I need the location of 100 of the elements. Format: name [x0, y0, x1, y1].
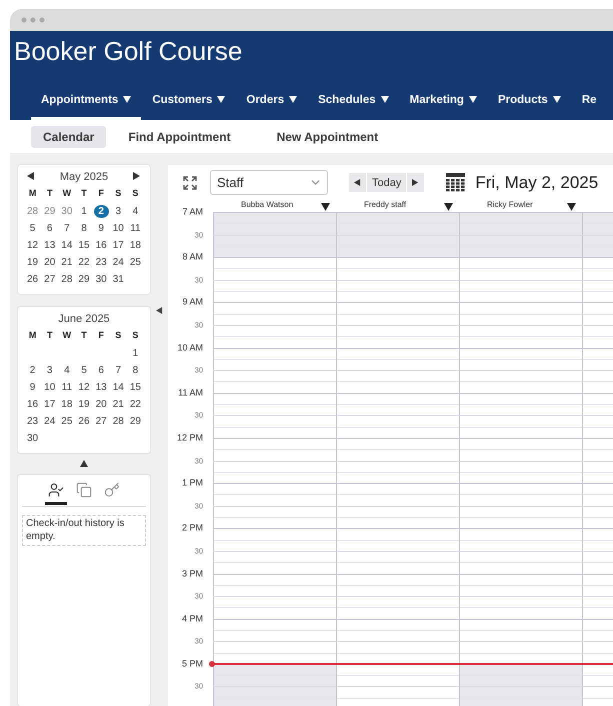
nav-tab[interactable]: Re [572, 85, 607, 120]
calendar-day[interactable]: 12 [78, 381, 90, 394]
calendar-day[interactable]: 14 [61, 239, 72, 252]
time-slot[interactable] [459, 641, 582, 664]
calendar-day[interactable]: 13 [96, 381, 107, 394]
time-label: 10 AM [176, 342, 204, 354]
calendar-day[interactable]: 24 [112, 256, 124, 269]
collapse-sidebar-button[interactable] [156, 307, 162, 314]
previous-day-button[interactable] [349, 173, 366, 192]
time-slot[interactable] [336, 664, 459, 686]
nav-tab[interactable]: Customers [142, 85, 236, 120]
sub-nav-tab[interactable]: Calendar [31, 126, 106, 148]
calendar-day[interactable]: 28 [112, 415, 124, 428]
calendar-day[interactable]: 5 [81, 364, 87, 377]
calendar-day[interactable]: 25 [61, 415, 72, 428]
weekday-label: M [28, 330, 38, 342]
calendar-day[interactable]: 17 [44, 398, 56, 411]
calendar-day[interactable]: 30 [27, 432, 38, 445]
calendar-day[interactable]: 15 [130, 381, 141, 394]
calendar-day[interactable]: 28 [61, 273, 72, 286]
nav-tab[interactable]: Products [488, 85, 571, 120]
calendar-day[interactable]: 8 [81, 222, 87, 235]
calendar-day[interactable]: 17 [112, 239, 124, 252]
calendar-day[interactable]: 23 [96, 256, 107, 269]
calendar-day[interactable]: 3 [46, 364, 52, 377]
calendar-day[interactable]: 9 [30, 381, 36, 394]
expand-icon[interactable] [183, 176, 197, 190]
copy-icon [76, 482, 92, 498]
calendar-day[interactable]: 6 [46, 222, 52, 235]
calendar-day[interactable]: 11 [130, 222, 141, 235]
calendar-day[interactable]: 29 [78, 273, 90, 286]
calendar-day[interactable]: 22 [130, 398, 141, 411]
unavailable-time-slot[interactable] [213, 664, 336, 686]
calendar-day[interactable]: 16 [96, 239, 107, 252]
calendar-day[interactable]: 12 [27, 239, 38, 252]
calendar-day[interactable]: 16 [27, 398, 38, 411]
calendar-day[interactable]: 20 [44, 256, 56, 269]
nav-tab[interactable]: Orders [236, 85, 308, 120]
calendar-day[interactable]: 7 [64, 222, 70, 235]
calendar-day[interactable]: 2 [30, 364, 36, 377]
calendar-day[interactable]: 26 [27, 273, 38, 286]
calendar-day[interactable]: 2 [94, 205, 109, 218]
empty-history-message: Check-in/out history is empty. [22, 515, 146, 546]
calendar-day[interactable]: 27 [44, 273, 56, 286]
calendar-day[interactable]: 13 [44, 239, 56, 252]
weekday-label: W [62, 188, 72, 200]
caret-icon [552, 96, 561, 104]
calendar-day[interactable]: 7 [115, 364, 122, 377]
calendar-icon[interactable] [446, 173, 466, 192]
calendar-day[interactable]: 19 [78, 398, 90, 411]
time-slot[interactable] [336, 641, 459, 664]
calendar-day[interactable]: 9 [98, 222, 104, 235]
calendar-day[interactable]: 1 [81, 205, 87, 218]
calendar-day[interactable]: 25 [130, 256, 141, 269]
time-slot[interactable] [213, 641, 336, 664]
calendar-day[interactable]: 20 [96, 398, 107, 411]
staff-menu-button[interactable] [444, 203, 453, 212]
today-button[interactable]: Today [367, 173, 406, 192]
calendar-day[interactable]: 18 [130, 239, 141, 252]
calendar-day[interactable]: 21 [112, 398, 124, 411]
calendar-day[interactable]: 26 [78, 415, 90, 428]
unavailable-time-slot[interactable] [459, 664, 582, 686]
sub-nav-tab[interactable]: New Appointment [264, 126, 390, 148]
calendar-day[interactable]: 5 [30, 222, 36, 235]
calendar-day[interactable]: 6 [98, 364, 104, 377]
calendar-day[interactable]: 31 [112, 273, 124, 286]
calendar-day[interactable]: 8 [132, 364, 138, 377]
calendar-day[interactable]: 4 [132, 205, 138, 218]
calendar-day[interactable]: 22 [78, 256, 90, 269]
calendar-day[interactable]: 1 [132, 347, 138, 360]
calendar-day[interactable]: 11 [62, 381, 72, 394]
calendar-day[interactable]: 28 [27, 205, 38, 218]
view-select[interactable]: Staff [210, 170, 328, 195]
calendar-day[interactable]: 29 [130, 415, 141, 428]
calendar-day[interactable]: 4 [64, 364, 70, 377]
next-day-button[interactable] [407, 173, 424, 192]
calendar-day[interactable]: 3 [115, 205, 122, 218]
calendar-day[interactable]: 15 [78, 239, 90, 252]
previous-month-button[interactable] [27, 172, 35, 181]
calendar-day[interactable]: 10 [44, 381, 56, 394]
time-label: 8 AM [181, 252, 204, 263]
calendar-day[interactable]: 23 [27, 415, 38, 428]
calendar-day[interactable]: 21 [61, 256, 72, 269]
staff-menu-button[interactable] [567, 203, 576, 212]
calendar-day[interactable]: 30 [96, 273, 107, 286]
calendar-day[interactable]: 27 [96, 415, 107, 428]
nav-tab[interactable]: Schedules [308, 85, 399, 120]
sub-nav-tab[interactable]: Find Appointment [116, 126, 243, 148]
calendar-day[interactable]: 18 [61, 398, 72, 411]
calendar-day[interactable]: 29 [44, 205, 56, 218]
calendar-day[interactable]: 14 [112, 381, 124, 394]
calendar-day[interactable]: 10 [112, 222, 124, 235]
calendar-day[interactable]: 24 [44, 415, 56, 428]
calendar-day[interactable]: 19 [27, 256, 38, 269]
next-month-button[interactable] [133, 172, 141, 181]
collapse-up-button[interactable] [80, 460, 88, 468]
calendar-day[interactable]: 30 [61, 205, 72, 218]
weekday-label: T [46, 188, 54, 200]
staff-menu-button[interactable] [321, 203, 330, 212]
nav-tab[interactable]: Marketing [400, 85, 487, 120]
